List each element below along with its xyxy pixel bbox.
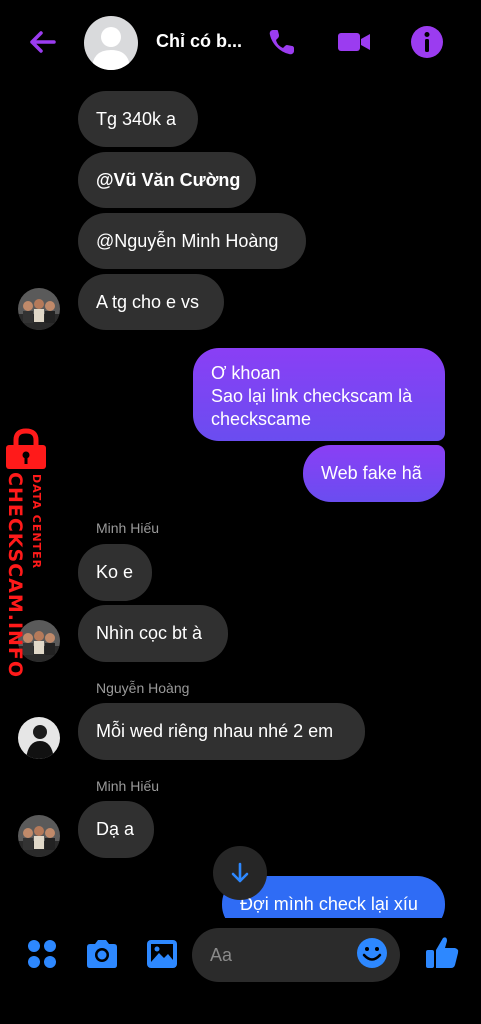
sender-avatar[interactable] [18,815,60,857]
message-line: checkscame [211,409,312,429]
arrow-down-icon [231,862,249,883]
apps-grid-icon[interactable] [22,934,62,974]
chat-title[interactable]: Chỉ có b... [156,31,242,52]
message-bubble[interactable]: Ko e [78,544,152,601]
person-photo-icon [18,717,60,759]
emoji-icon[interactable] [355,936,389,970]
phone-icon[interactable] [264,24,300,60]
message-bubble[interactable]: Tg 340k a [78,91,198,147]
message-bubble[interactable]: Nhìn cọc bt à [78,605,228,662]
watermark-title: CHECKSCAM.INFO [4,472,26,679]
default-avatar-icon [92,27,130,70]
message-bubble[interactable]: @Nguyễn Minh Hoàng [78,213,306,269]
message-line: Ơ khoan [211,363,281,383]
camera-icon[interactable] [82,934,122,974]
sender-avatar[interactable] [18,717,60,759]
watermark-subtitle: DATA CENTER [30,474,43,570]
watermark: DATA CENTER CHECKSCAM.INFO [0,424,60,678]
outgoing-message-bubble[interactable]: Ơ khoan Sao lại link checkscam là checks… [193,348,445,441]
sender-name: Nguyễn Hoàng [96,680,190,696]
outgoing-message-bubble[interactable]: Web fake hã [303,445,445,502]
message-line: Sao lại link checkscam là [211,386,413,406]
info-icon[interactable] [409,24,445,60]
message-bubble[interactable]: @Vũ Văn Cường [78,152,256,208]
padlock-logo-icon [6,428,46,469]
scroll-to-bottom-button[interactable] [213,846,267,900]
contact-avatar[interactable] [84,16,138,70]
message-bubble[interactable]: A tg cho e vs [78,274,224,330]
sender-name: Minh Hiếu [96,520,160,536]
gallery-icon[interactable] [142,934,182,974]
sender-avatar[interactable] [18,288,60,330]
chat-header: Chỉ có b... [0,0,481,86]
group-photo-icon [18,815,60,857]
arrow-back-icon[interactable] [26,26,58,58]
thumbs-up-icon[interactable] [422,932,462,972]
group-photo-icon [18,288,60,330]
video-camera-icon[interactable] [336,24,372,60]
message-bubble[interactable]: Mỗi wed riêng nhau nhé 2 em [78,703,365,760]
message-bubble[interactable]: Dạ a [78,801,154,858]
sender-name: Minh Hiếu [96,778,160,794]
